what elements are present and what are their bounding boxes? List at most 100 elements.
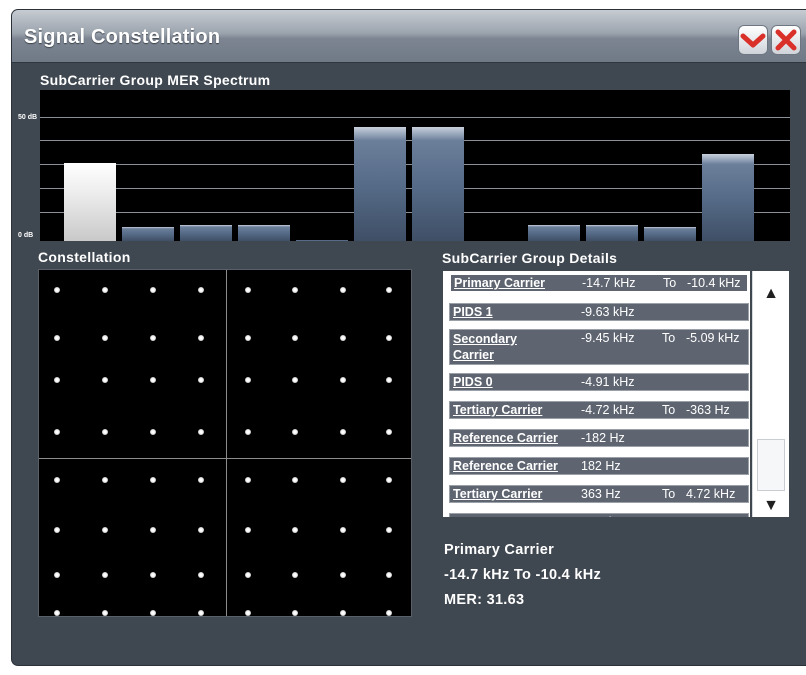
scroll-thumb[interactable]	[757, 439, 785, 491]
spectrum-bar[interactable]	[238, 224, 290, 241]
subcarrier-group-row[interactable]: Secondary Carrier -9.45 kHz To -5.09 kHz	[449, 329, 749, 365]
constellation-point	[292, 335, 298, 341]
subcarrier-group-row[interactable]: PIDS 1 -9.63 kHz	[449, 303, 749, 321]
constellation-point	[102, 377, 108, 383]
constellation-point	[340, 572, 346, 578]
constellation-point	[54, 429, 60, 435]
constellation-point	[54, 377, 60, 383]
row-from-value: -4.72 kHz	[581, 403, 635, 417]
constellation-point	[340, 287, 346, 293]
chevron-down-icon	[740, 33, 766, 48]
constellation-point	[102, 335, 108, 341]
constellation-point	[102, 610, 108, 616]
constellation-point	[386, 287, 392, 293]
constellation-point	[386, 610, 392, 616]
spectrum-bar[interactable]	[180, 224, 232, 241]
constellation-point	[150, 477, 156, 483]
constellation-point	[150, 610, 156, 616]
constellation-point	[340, 429, 346, 435]
row-name: PIDS 1	[453, 305, 493, 319]
constellation-point	[292, 572, 298, 578]
subcarrier-group-row[interactable]: Tertiary Carrier 363 Hz To 4.72 kHz	[449, 485, 749, 503]
constellation-point	[198, 527, 204, 533]
spectrum-bar[interactable]	[64, 162, 116, 241]
scroll-down-button[interactable]: ▼	[753, 493, 789, 519]
constellation-point	[198, 477, 204, 483]
subcarrier-group-row[interactable]: Reference Carrier -182 Hz	[449, 429, 749, 447]
spectrum-bar[interactable]	[122, 227, 174, 241]
subcarrier-group-row[interactable]: PIDS 0 4.91 kHz	[449, 513, 749, 517]
row-to-value: -10.4 kHz	[687, 276, 741, 290]
subcarrier-group-row[interactable]: Primary Carrier -14.7 kHz To -10.4 kHz	[449, 273, 749, 293]
row-from-value: -4.91 kHz	[581, 375, 635, 389]
constellation-point	[245, 572, 251, 578]
constellation-point	[292, 527, 298, 533]
constellation-point	[102, 287, 108, 293]
row-name: Reference Carrier	[453, 431, 558, 445]
constellation-point	[245, 429, 251, 435]
constellation-point	[102, 527, 108, 533]
constellation-point	[340, 377, 346, 383]
spectrum-bar[interactable]	[296, 239, 348, 241]
details-label: SubCarrier Group Details	[442, 250, 618, 266]
row-from-value: -9.45 kHz	[581, 331, 635, 345]
spectrum-label: SubCarrier Group MER Spectrum	[40, 72, 271, 88]
row-from-value: 182 Hz	[581, 459, 621, 473]
constellation-point	[292, 377, 298, 383]
mer-spectrum-chart[interactable]: 50 dB 0 dB	[18, 90, 790, 241]
constellation-point	[150, 527, 156, 533]
constellation-point	[150, 287, 156, 293]
constellation-point	[340, 527, 346, 533]
close-icon	[775, 29, 797, 51]
constellation-point	[150, 377, 156, 383]
constellation-point	[340, 335, 346, 341]
selected-carrier-range: -14.7 kHz To -10.4 kHz	[444, 567, 602, 583]
spectrum-bar[interactable]	[412, 126, 464, 241]
row-to-value: -5.09 kHz	[686, 331, 740, 345]
subcarrier-group-row[interactable]: PIDS 0 -4.91 kHz	[449, 373, 749, 391]
spectrum-bar[interactable]	[528, 224, 580, 241]
row-name: PIDS 0	[453, 375, 493, 389]
window-title: Signal Constellation	[24, 26, 221, 48]
spectrum-bar[interactable]	[586, 224, 638, 241]
constellation-point	[198, 287, 204, 293]
spectrum-bar[interactable]	[644, 227, 696, 241]
axis-horizontal	[39, 458, 411, 459]
constellation-point	[198, 610, 204, 616]
subcarrier-group-row[interactable]: Reference Carrier 182 Hz	[449, 457, 749, 475]
constellation-point	[54, 335, 60, 341]
constellation-point	[150, 335, 156, 341]
spectrum-bar[interactable]	[702, 154, 754, 241]
close-button[interactable]	[772, 26, 800, 54]
row-to-word: To	[662, 331, 676, 345]
constellation-point	[245, 335, 251, 341]
row-name: Reference Carrier	[453, 459, 558, 473]
row-name: PIDS 0	[453, 515, 493, 517]
title-bar: Signal Constellation	[12, 10, 806, 63]
constellation-point	[292, 477, 298, 483]
constellation-point	[245, 527, 251, 533]
row-name: Tertiary Carrier	[453, 487, 543, 501]
row-name: Primary Carrier	[454, 276, 546, 290]
details-scrollbar[interactable]: ▲ ▼	[752, 271, 789, 517]
scroll-up-button[interactable]: ▲	[753, 281, 789, 307]
y-tick-top: 50 dB	[18, 114, 38, 121]
constellation-point	[340, 610, 346, 616]
axis-vertical	[226, 270, 227, 616]
row-name: Secondary Carrier	[453, 332, 517, 362]
row-from-value: 363 Hz	[581, 487, 621, 501]
minimize-button[interactable]	[739, 26, 767, 54]
constellation-point	[150, 572, 156, 578]
constellation-point	[198, 429, 204, 435]
constellation-point	[54, 610, 60, 616]
constellation-plot	[38, 269, 412, 617]
spectrum-bar[interactable]	[354, 126, 406, 241]
constellation-point	[386, 335, 392, 341]
constellation-point	[292, 287, 298, 293]
row-to-value: 4.72 kHz	[686, 487, 736, 501]
signal-constellation-window: Signal Constellation SubCarrier Group ME…	[12, 10, 806, 665]
subcarrier-group-row[interactable]: Tertiary Carrier -4.72 kHz To -363 Hz	[449, 401, 749, 419]
constellation-point	[245, 377, 251, 383]
grid-line	[40, 117, 790, 118]
constellation-point	[245, 610, 251, 616]
